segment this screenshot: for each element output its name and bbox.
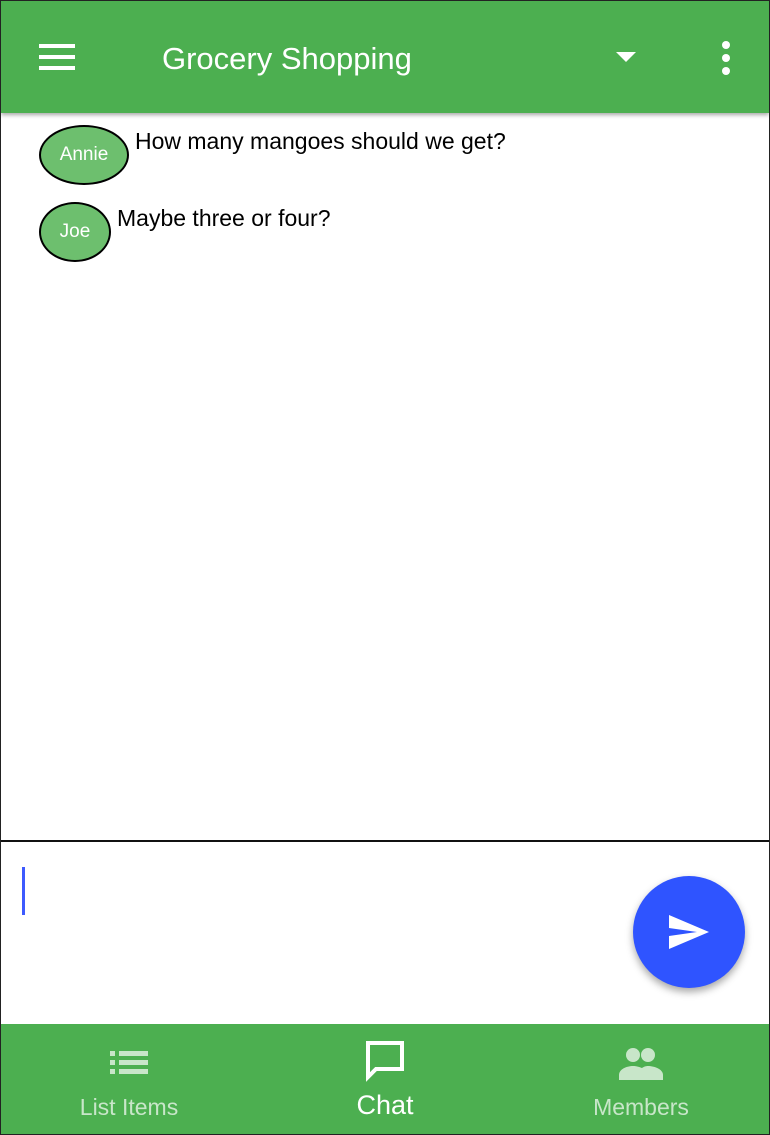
list-dropdown-button[interactable]	[613, 45, 639, 69]
text-cursor	[22, 867, 25, 915]
nav-tab-chat[interactable]: Chat	[257, 1024, 513, 1134]
message-item: Annie How many mangoes should we get?	[39, 125, 506, 185]
message-list: Annie How many mangoes should we get? Jo…	[1, 113, 769, 840]
people-icon	[619, 1048, 663, 1080]
message-text: How many mangoes should we get?	[135, 128, 506, 154]
page-title: Grocery Shopping	[162, 41, 412, 76]
nav-label: Members	[593, 1094, 689, 1120]
message-input[interactable]	[13, 860, 617, 922]
hamburger-menu-icon	[39, 44, 75, 70]
chat-bubble-icon	[366, 1041, 404, 1082]
avatar: Annie	[39, 125, 129, 185]
message-text: Maybe three or four?	[117, 205, 331, 231]
message-item: Joe Maybe three or four?	[39, 202, 331, 262]
bottom-navigation: List Items Chat Members	[1, 1024, 769, 1134]
send-icon	[669, 915, 709, 949]
more-options-button[interactable]	[711, 39, 741, 77]
avatar: Joe	[39, 202, 111, 262]
nav-tab-list-items[interactable]: List Items	[1, 1024, 257, 1134]
nav-label: List Items	[79, 1094, 179, 1120]
nav-tab-members[interactable]: Members	[513, 1024, 769, 1134]
more-vert-icon	[722, 41, 730, 75]
list-icon	[110, 1051, 148, 1074]
app-screen: Grocery Shopping Annie How many mangoes …	[0, 0, 770, 1135]
send-button[interactable]	[633, 876, 745, 988]
app-bar: Grocery Shopping	[1, 1, 769, 113]
arrow-drop-down-icon	[616, 52, 636, 62]
message-composer	[1, 842, 769, 1024]
menu-button[interactable]	[37, 41, 77, 73]
nav-label: Chat	[356, 1090, 414, 1120]
